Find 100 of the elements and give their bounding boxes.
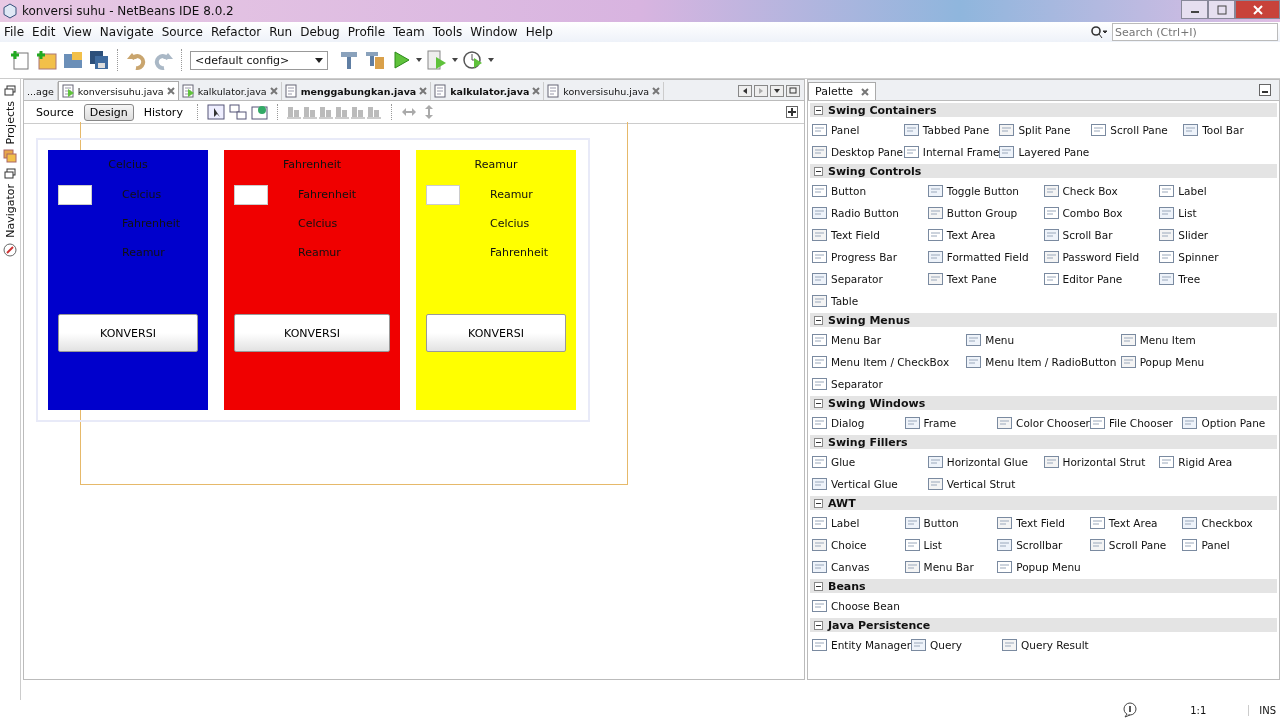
menu-title[interactable]: View xyxy=(59,25,96,39)
menu-title[interactable]: Run xyxy=(265,25,297,39)
maximize-editor-icon[interactable] xyxy=(786,106,798,118)
palette-item[interactable]: Layered Pane xyxy=(999,143,1092,160)
palette-item[interactable]: Text Field xyxy=(997,514,1090,531)
palette-item[interactable]: Frame xyxy=(904,414,998,431)
text-field[interactable] xyxy=(58,185,92,205)
palette-item[interactable]: Button xyxy=(904,514,998,531)
editor-tab[interactable]: kalkulator.java xyxy=(431,82,545,100)
palette-category[interactable]: Beans xyxy=(810,579,1277,593)
palette-item[interactable]: Horizontal Strut xyxy=(1043,453,1160,470)
view-tab[interactable]: History xyxy=(137,103,189,121)
palette-item[interactable]: Label xyxy=(1159,182,1275,199)
palette-item[interactable]: Desktop Pane xyxy=(812,143,904,160)
menu-title[interactable]: Navigate xyxy=(95,25,158,39)
close-icon[interactable] xyxy=(861,87,870,96)
save-all-icon[interactable] xyxy=(88,49,110,71)
editor-tab[interactable]: kalkulator.java xyxy=(178,82,282,100)
color-panel[interactable]: Celcius Celcius Fahrenheit Reamur KONVERSI xyxy=(48,150,208,410)
palette-item[interactable]: Slider xyxy=(1159,226,1275,243)
palette-item[interactable]: Spinner xyxy=(1159,248,1275,265)
palette-item[interactable]: Option Pane xyxy=(1182,414,1275,431)
clean-build-icon[interactable] xyxy=(364,49,386,71)
palette-category[interactable]: Swing Fillers xyxy=(810,435,1277,449)
menu-title[interactable]: Team xyxy=(389,25,429,39)
palette-item[interactable]: Table xyxy=(812,292,928,309)
palette-item[interactable]: Scroll Pane xyxy=(1091,121,1184,138)
palette-item[interactable]: Separator xyxy=(812,375,967,392)
palette-item[interactable]: List xyxy=(1159,204,1275,221)
palette-tab[interactable]: Palette xyxy=(808,82,877,100)
palette-item[interactable]: Text Area xyxy=(1089,514,1183,531)
new-project-icon[interactable] xyxy=(36,49,58,71)
menu-title[interactable]: Tools xyxy=(428,25,467,39)
palette-item[interactable]: Query xyxy=(911,636,1002,653)
new-file-icon[interactable] xyxy=(10,49,32,71)
preview-icon[interactable] xyxy=(250,104,269,120)
palette-item[interactable]: Text Field xyxy=(812,226,928,243)
profile-icon[interactable] xyxy=(462,49,484,71)
palette-item[interactable]: List xyxy=(904,536,998,553)
palette-item[interactable]: Text Pane xyxy=(927,270,1044,287)
palette-item[interactable]: Toggle Button xyxy=(927,182,1044,199)
restore-window-icon[interactable] xyxy=(786,85,800,97)
palette-item[interactable]: Query Result xyxy=(1002,636,1093,653)
palette-item[interactable]: Scroll Pane xyxy=(1089,536,1183,553)
folders-icon[interactable] xyxy=(3,149,17,164)
caret-icon[interactable] xyxy=(452,58,458,62)
palette-item[interactable]: Radio Button xyxy=(812,204,928,221)
palette-item[interactable]: Internal Frame xyxy=(903,143,1000,160)
palette-item[interactable]: Tree xyxy=(1159,270,1275,287)
palette-category[interactable]: AWT xyxy=(810,496,1277,510)
palette-item[interactable]: Menu Bar xyxy=(904,558,998,575)
text-field[interactable] xyxy=(426,185,460,205)
minimize-icon[interactable] xyxy=(1259,84,1271,96)
caret-icon[interactable] xyxy=(416,58,422,62)
editor-tab[interactable]: konversisuhu.java xyxy=(57,81,179,100)
connection-mode-icon[interactable] xyxy=(228,104,247,120)
convert-button[interactable]: KONVERSI xyxy=(426,314,566,352)
scroll-left-icon[interactable] xyxy=(738,85,752,97)
palette-item[interactable]: Popup Menu xyxy=(997,558,1090,575)
palette-item[interactable]: Menu Item / RadioButton xyxy=(966,353,1121,370)
palette-item[interactable]: Panel xyxy=(812,121,904,138)
palette-item[interactable]: Entity Manager xyxy=(812,636,912,653)
close-icon[interactable] xyxy=(166,87,175,95)
palette-item[interactable]: Menu Item / CheckBox xyxy=(812,353,967,370)
palette-item[interactable]: Progress Bar xyxy=(812,248,928,265)
close-icon[interactable] xyxy=(419,87,428,95)
palette-item[interactable]: Menu xyxy=(966,331,1121,348)
palette-category[interactable]: Swing Windows xyxy=(810,396,1277,410)
close-icon[interactable] xyxy=(269,87,278,95)
view-tab[interactable]: Source xyxy=(30,103,80,121)
menu-title[interactable]: File xyxy=(0,25,29,39)
convert-button[interactable]: KONVERSI xyxy=(58,314,198,352)
editor-tab[interactable]: menggabungkan.java xyxy=(281,82,432,100)
color-panel[interactable]: Reamur Reamur Celcius Fahrenheit KONVERSI xyxy=(416,150,576,410)
palette-item[interactable]: Scrollbar xyxy=(997,536,1090,553)
config-dropdown[interactable]: <default config> xyxy=(190,50,328,70)
palette-item[interactable]: Choose Bean xyxy=(812,597,905,614)
view-tab[interactable]: Design xyxy=(83,103,134,121)
palette-item[interactable]: Glue xyxy=(812,453,928,470)
dropdown-icon[interactable] xyxy=(770,85,784,97)
palette-item[interactable]: Combo Box xyxy=(1043,204,1160,221)
palette-item[interactable]: Password Field xyxy=(1043,248,1160,265)
restore-window-icon[interactable] xyxy=(4,85,16,96)
menu-title[interactable]: Window xyxy=(466,25,522,39)
side-tab[interactable]: Projects xyxy=(3,101,17,145)
palette-item[interactable]: Label xyxy=(812,514,905,531)
side-tab[interactable]: Navigator xyxy=(3,184,17,239)
palette-item[interactable]: Split Pane xyxy=(999,121,1092,138)
palette-item[interactable]: Formatted Field xyxy=(927,248,1044,265)
palette-item[interactable]: Checkbox xyxy=(1182,514,1275,531)
convert-button[interactable]: KONVERSI xyxy=(234,314,390,352)
text-field[interactable] xyxy=(234,185,268,205)
palette-item[interactable]: Dialog xyxy=(812,414,905,431)
close-icon[interactable] xyxy=(652,87,661,95)
palette-item[interactable]: Editor Pane xyxy=(1043,270,1160,287)
palette-item[interactable]: File Chooser xyxy=(1089,414,1183,431)
hammer-icon[interactable] xyxy=(338,49,360,71)
palette-item[interactable]: Tool Bar xyxy=(1183,121,1275,138)
palette-item[interactable]: Check Box xyxy=(1043,182,1160,199)
palette-item[interactable]: Vertical Strut xyxy=(927,475,1044,492)
